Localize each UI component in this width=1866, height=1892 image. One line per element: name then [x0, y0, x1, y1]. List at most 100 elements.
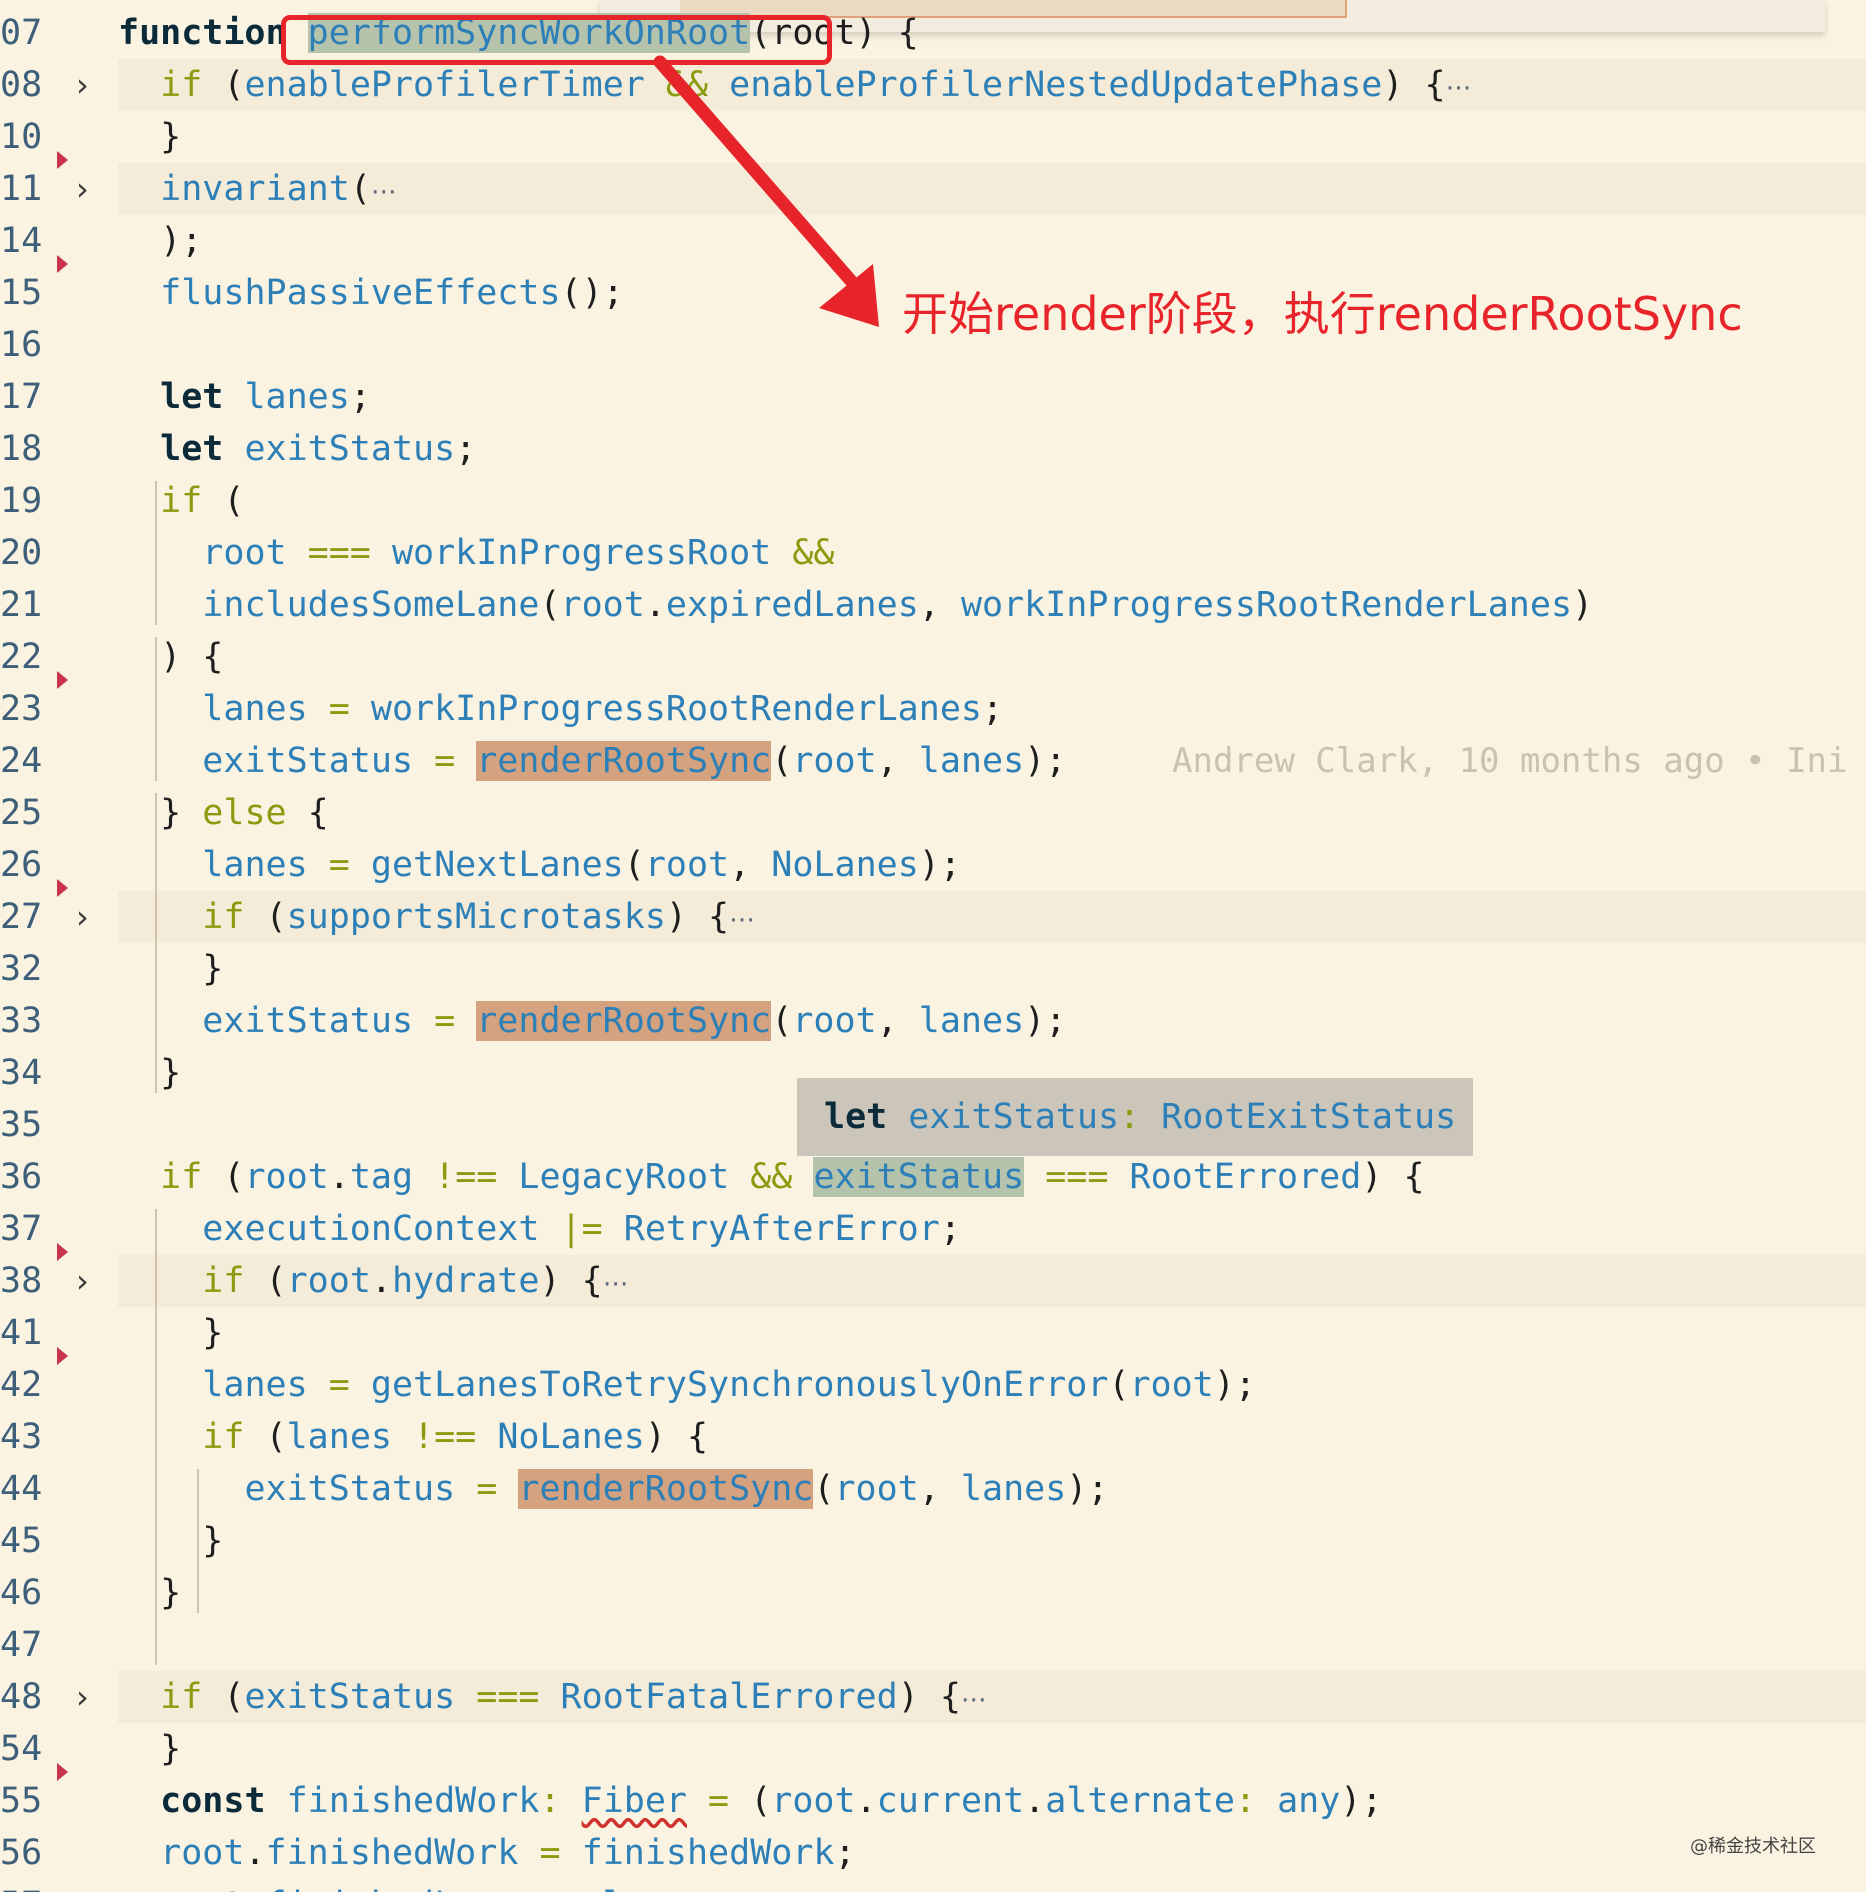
folded-ellipsis-icon[interactable]: ⋯ [729, 905, 755, 935]
code-text: root === workInProgressRoot && [118, 527, 834, 579]
fold-chevron-icon[interactable]: › [76, 1671, 102, 1723]
line-number: 38 [0, 1261, 43, 1301]
code-token: ); [1340, 1781, 1383, 1821]
line-number: 32 [0, 949, 43, 989]
code-line[interactable]: 20 root === workInProgressRoot && [0, 527, 1866, 579]
code-line[interactable]: 46 } [0, 1567, 1866, 1619]
code-line[interactable]: 41 } [0, 1307, 1866, 1359]
code-token: RootFatalErrored [560, 1677, 898, 1717]
code-token: = [307, 689, 371, 729]
code-token: . [244, 1885, 265, 1892]
code-line[interactable]: 38 › if (root.hydrate) {⋯ [0, 1243, 1866, 1307]
code-token: (); [560, 273, 624, 313]
git-change-marker[interactable] [57, 255, 68, 273]
code-line[interactable]: 26 lanes = getNextLanes(root, NoLanes); [0, 839, 1866, 891]
code-token: ); [1066, 1469, 1109, 1509]
line-number: 14 [0, 221, 43, 261]
fold-chevron-icon[interactable]: › [76, 59, 102, 111]
line-number: 35 [0, 1105, 43, 1145]
code-token: } [118, 1573, 182, 1613]
git-change-marker[interactable] [57, 879, 68, 897]
git-change-marker[interactable] [57, 1347, 68, 1365]
code-token: if [202, 1261, 245, 1301]
code-line[interactable]: 37 executionContext |= RetryAfterError; [0, 1203, 1866, 1255]
code-token: } [118, 117, 182, 157]
code-token: if [202, 897, 245, 937]
code-token: } [118, 793, 203, 833]
code-token: !== [391, 1417, 498, 1457]
code-editor[interactable]: 07 function performSyncWorkOnRoot(root) {… [0, 0, 1866, 1892]
fold-chevron-icon[interactable]: › [76, 891, 102, 943]
code-line[interactable]: 57 root.finishedLanes = lanes; [0, 1879, 1866, 1892]
code-line[interactable]: 42 lanes = getLanesToRetrySynchronouslyO… [0, 1347, 1866, 1411]
folded-ellipsis-icon[interactable]: ⋯ [371, 177, 397, 207]
git-change-marker[interactable] [57, 1763, 68, 1781]
code-line[interactable]: 11 › invariant(⋯ [0, 151, 1866, 218]
code-token: === [1024, 1157, 1130, 1197]
line-number: 27 [0, 897, 43, 937]
code-token: && [729, 1157, 814, 1197]
code-line[interactable]: 47 [0, 1619, 1866, 1671]
code-token: renderRootSync [518, 1469, 814, 1509]
code-text: if (root.tag !== LegacyRoot && exitStatu… [118, 1151, 1425, 1203]
code-line[interactable]: 07 function performSyncWorkOnRoot(root) { [0, 7, 1866, 59]
code-token: any [1277, 1781, 1341, 1821]
code-line[interactable]: 23 lanes = workInProgressRootRenderLanes… [0, 671, 1866, 735]
line-number: 37 [0, 1209, 43, 1249]
code-line[interactable]: 48 › if (exitStatus === RootFatalErrored)… [0, 1671, 1866, 1723]
folded-ellipsis-icon[interactable]: ⋯ [961, 1685, 987, 1715]
code-token: } [118, 1313, 224, 1353]
code-line[interactable]: 36 if (root.tag !== LegacyRoot && exitSt… [0, 1151, 1866, 1203]
line-number: 57 [0, 1879, 60, 1892]
fold-chevron-icon[interactable]: › [76, 1255, 102, 1307]
git-change-marker[interactable] [57, 671, 68, 689]
code-line[interactable]: 21 includesSomeLane(root.expiredLanes, w… [0, 579, 1866, 631]
code-token: getLanesToRetrySynchronouslyOnError [370, 1365, 1109, 1405]
code-token: = [455, 1469, 519, 1509]
code-token: root [771, 1781, 856, 1821]
git-change-marker[interactable] [57, 151, 68, 169]
folded-ellipsis-icon[interactable]: ⋯ [1446, 73, 1472, 103]
code-line[interactable]: 25 } else { [0, 787, 1866, 839]
fold-chevron-icon[interactable]: › [76, 163, 102, 215]
code-line[interactable]: 10 } [0, 111, 1866, 163]
code-token: , [876, 1001, 919, 1041]
code-line[interactable]: 33 exitStatus = renderRootSync(root, lan… [0, 995, 1866, 1047]
code-text: } [118, 111, 181, 163]
code-line[interactable]: 32 } [0, 943, 1866, 995]
code-token: includesSomeLane [202, 585, 540, 625]
code-line[interactable]: 56 root.finishedWork = finishedWork; [0, 1827, 1866, 1879]
code-line[interactable]: 22 ) { [0, 631, 1866, 683]
code-token: root [286, 1261, 371, 1301]
code-line[interactable]: 45 } [0, 1515, 1866, 1567]
code-token: root [644, 845, 730, 885]
code-line[interactable]: 08 › if (enableProfilerTimer && enablePro… [0, 59, 1866, 114]
code-token: = [413, 1001, 477, 1041]
code-line[interactable]: 54 } [0, 1723, 1866, 1775]
code-text: invariant(⋯ [118, 163, 397, 218]
line-number: 44 [0, 1469, 43, 1509]
folded-ellipsis-icon[interactable]: ⋯ [603, 1269, 629, 1299]
code-line[interactable]: 43 if (lanes !== NoLanes) { [0, 1411, 1866, 1463]
code-token: if [160, 1677, 203, 1717]
code-line[interactable]: 27 › if (supportsMicrotasks) {⋯ [0, 879, 1866, 943]
code-line[interactable]: 14 ); [0, 215, 1866, 267]
git-change-marker[interactable] [57, 1243, 68, 1261]
code-text: if (enableProfilerTimer && enableProfile… [118, 59, 1472, 114]
code-line[interactable]: 55 const finishedWork: Fiber = (root.cur… [0, 1763, 1866, 1827]
code-line[interactable]: 19 if ( [0, 475, 1866, 527]
code-token: ( [623, 845, 645, 885]
code-line[interactable]: 17 let lanes; [0, 371, 1866, 423]
code-line[interactable]: 18 let exitStatus; [0, 423, 1866, 475]
code-line[interactable]: 44 exitStatus = renderRootSync(root, lan… [0, 1463, 1866, 1515]
code-token: if [160, 1157, 203, 1197]
code-token: enableProfilerTimer [244, 65, 645, 105]
code-token: ; [708, 1885, 729, 1892]
code-token: root [160, 1833, 245, 1873]
code-token: . [328, 1157, 350, 1197]
